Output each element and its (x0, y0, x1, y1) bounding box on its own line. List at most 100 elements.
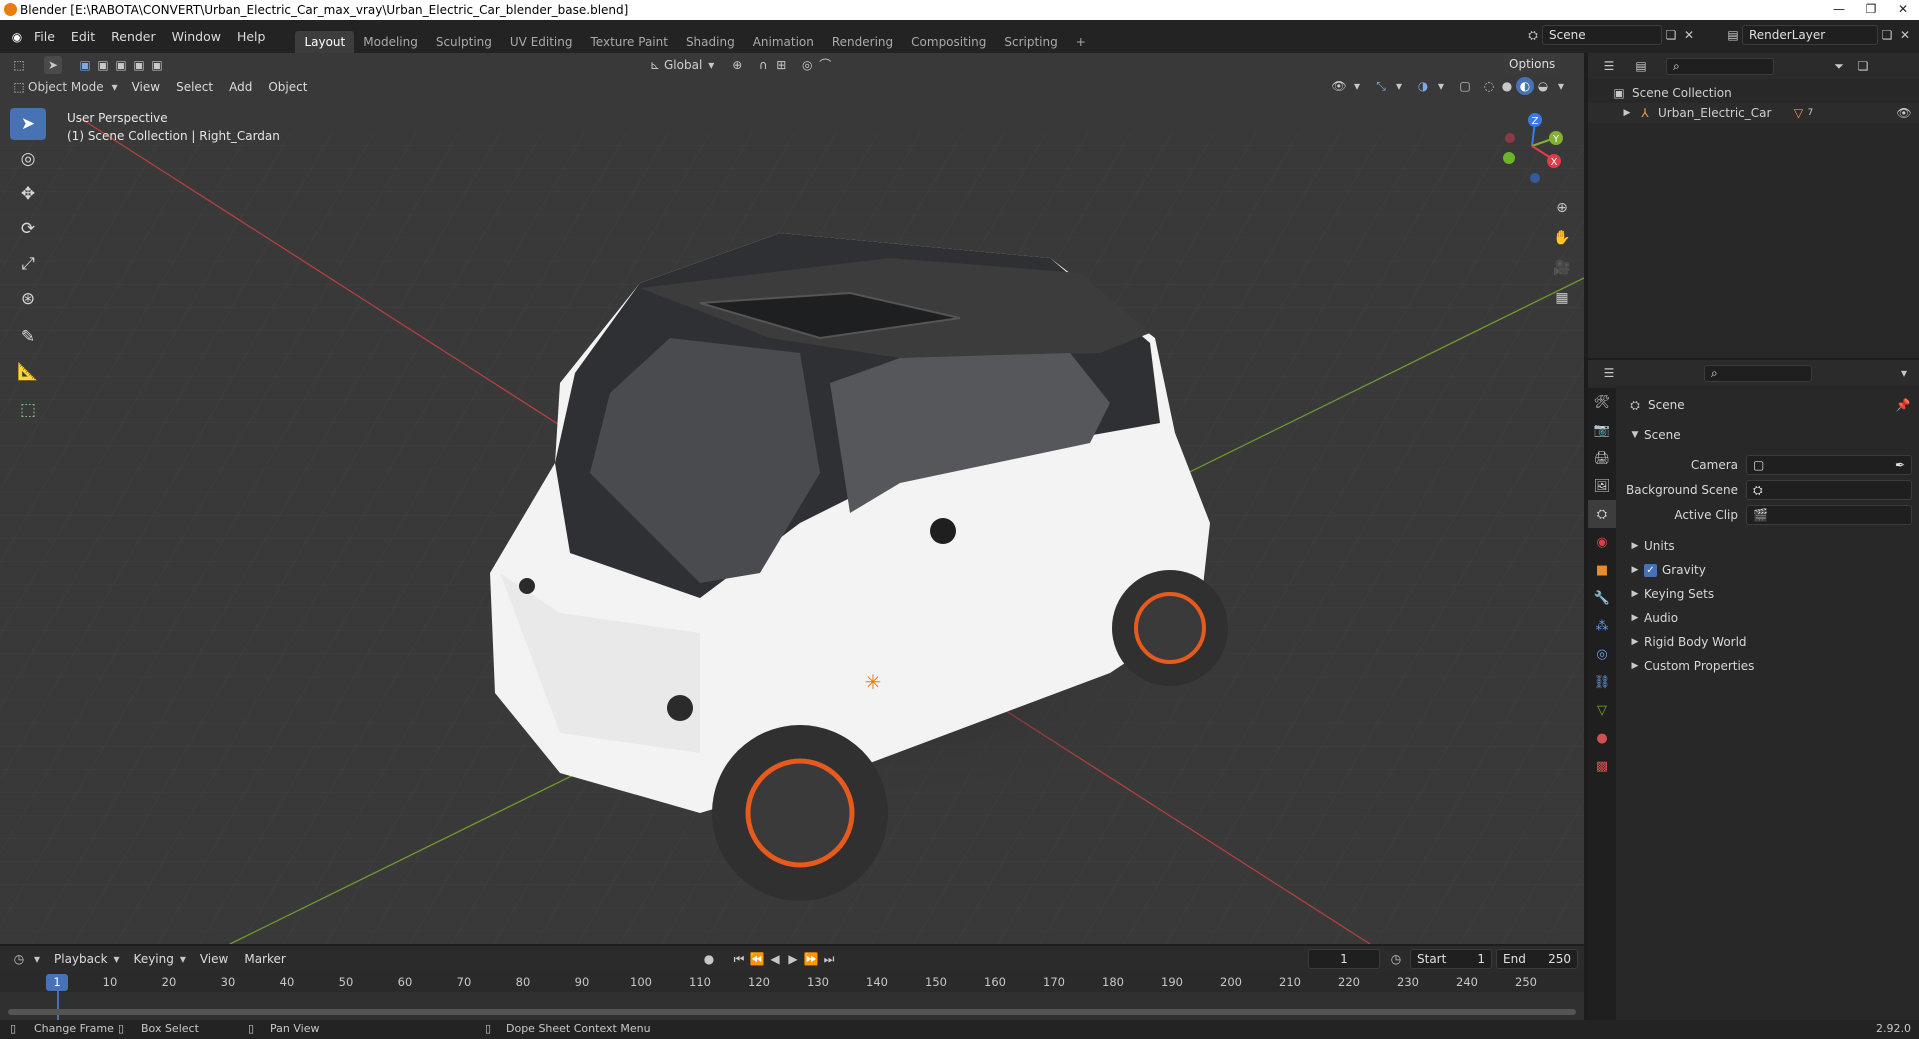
display-mode-icon[interactable]: ▤ (1632, 57, 1650, 75)
menu-file[interactable]: File (26, 29, 63, 44)
physics-tab-icon[interactable]: ◎ (1588, 640, 1616, 668)
expand-arrow-icon[interactable]: ▶ (1626, 585, 1644, 603)
gizmo-toggle-icon[interactable]: ⤡ (1372, 77, 1390, 95)
gizmo-x-label[interactable]: X (1551, 157, 1558, 168)
blender-menu-icon[interactable]: ◉ (8, 28, 26, 46)
snap-target-icon[interactable]: ⊞ (772, 56, 790, 74)
audio-section[interactable]: ▶ Audio (1626, 609, 1679, 627)
expand-arrow-icon[interactable]: ▶ (1618, 104, 1636, 122)
menu-window[interactable]: Window (164, 29, 229, 44)
menu-select[interactable]: Select (168, 80, 221, 94)
navigation-gizmo[interactable]: Z Y X (1496, 110, 1568, 190)
custom-properties-section[interactable]: ▶ Custom Properties (1626, 657, 1755, 675)
menu-edit[interactable]: Edit (63, 29, 103, 44)
background-scene-field[interactable]: ⛭ (1746, 480, 1912, 500)
eye-visibility-icon[interactable]: 👁 (1895, 104, 1913, 122)
select-box-tool-icon[interactable]: ➤ (10, 108, 46, 140)
expand-arrow-icon[interactable]: ▶ (1626, 633, 1644, 651)
tab-texture-paint[interactable]: Texture Paint (582, 31, 677, 53)
select-mode-icon[interactable]: ➤ (44, 55, 62, 74)
pan-hand-icon[interactable]: ✋ (1551, 223, 1573, 253)
object-tab-icon[interactable]: ■ (1588, 556, 1616, 584)
menu-help[interactable]: Help (229, 29, 274, 44)
menu-playback[interactable]: Playback (46, 952, 116, 966)
maximize-icon[interactable]: ❐ (1855, 0, 1887, 20)
expand-arrow-icon[interactable]: ▶ (1626, 609, 1644, 627)
render-tab-icon[interactable]: 📷 (1588, 416, 1616, 444)
scene-icon[interactable]: ⛭ (1524, 26, 1542, 44)
measure-tool-icon[interactable]: 📐 (10, 356, 46, 388)
select-new-icon[interactable]: ▣ (76, 56, 94, 74)
tab-sculpting[interactable]: Sculpting (427, 31, 501, 53)
material-shading-icon[interactable]: ◐ (1516, 77, 1534, 95)
play-icon[interactable]: ▶ (784, 950, 802, 968)
tab-shading[interactable]: Shading (677, 31, 744, 53)
select-subtract-icon[interactable]: ▣ (112, 56, 130, 74)
tab-scripting[interactable]: Scripting (995, 31, 1066, 53)
object-mode-dropdown[interactable]: Object Mode (28, 80, 104, 94)
eyedropper-icon[interactable]: ✒ (1895, 458, 1905, 472)
jump-start-icon[interactable]: ⏮ (730, 950, 748, 968)
expand-arrow-icon[interactable]: ▶ (1626, 657, 1644, 675)
scale-tool-icon[interactable]: ⤢ (10, 248, 46, 280)
timeline-scrollbar[interactable] (8, 1009, 1576, 1015)
pivot-point-icon[interactable]: ⊕ (728, 56, 746, 74)
units-section[interactable]: ▶ Units (1626, 537, 1675, 555)
particles-tab-icon[interactable]: ⁂ (1588, 612, 1616, 640)
new-renderlayer-icon[interactable]: ❏ (1878, 26, 1896, 44)
prev-keyframe-icon[interactable]: ⏪ (748, 950, 766, 968)
ortho-grid-icon[interactable]: ▦ (1551, 283, 1573, 313)
keying-sets-section[interactable]: ▶ Keying Sets (1626, 585, 1715, 603)
pin-icon[interactable]: 📌 (1894, 396, 1912, 414)
zoom-icon[interactable]: ⊕ (1551, 193, 1573, 223)
next-keyframe-icon[interactable]: ⏩ (802, 950, 820, 968)
chevron-down-icon[interactable]: ▾ (1552, 77, 1570, 95)
new-scene-icon[interactable]: ❏ (1662, 26, 1680, 44)
snap-icon[interactable]: ∩ (754, 56, 772, 74)
scene-field[interactable]: Scene (1542, 25, 1662, 45)
solid-shading-icon[interactable]: ● (1498, 77, 1516, 95)
minimize-icon[interactable]: — (1823, 0, 1855, 20)
move-tool-icon[interactable]: ✥ (10, 178, 46, 210)
output-tab-icon[interactable]: 🖨 (1588, 444, 1616, 472)
menu-view[interactable]: View (124, 80, 168, 94)
scene-tab-icon[interactable]: ⛭ (1588, 500, 1616, 528)
view-layer-tab-icon[interactable]: 🖼 (1588, 472, 1616, 500)
rigid-body-world-section[interactable]: ▶ Rigid Body World (1626, 633, 1747, 651)
menu-render[interactable]: Render (103, 29, 164, 44)
outliner-editor-icon[interactable]: ☰ (1600, 57, 1618, 75)
3d-viewport[interactable]: ✳ (0, 53, 1584, 944)
world-tab-icon[interactable]: ◉ (1588, 528, 1616, 556)
wireframe-shading-icon[interactable]: ◌ (1480, 77, 1498, 95)
renderlayer-icon[interactable]: ▤ (1724, 26, 1742, 44)
constraints-tab-icon[interactable]: ⛓ (1588, 668, 1616, 696)
transform-orientation[interactable]: Global (664, 58, 702, 72)
select-invert-icon[interactable]: ▣ (130, 56, 148, 74)
menu-add[interactable]: Add (221, 80, 260, 94)
record-icon[interactable]: ● (700, 950, 718, 968)
tab-uv-editing[interactable]: UV Editing (501, 31, 582, 53)
frame-ruler[interactable]: 1 10 20 30 40 50 60 70 80 90 100 110 120… (0, 972, 1584, 1021)
delete-scene-icon[interactable]: ✕ (1680, 26, 1698, 44)
proportional-edit-icon[interactable]: ◎ (798, 56, 816, 74)
add-cube-tool-icon[interactable]: ⬚ (10, 394, 46, 426)
jump-end-icon[interactable]: ⏭ (820, 950, 838, 968)
chevron-down-icon[interactable]: ▾ (1432, 77, 1450, 95)
chevron-down-icon[interactable]: ▾ (28, 950, 46, 968)
tab-animation[interactable]: Animation (744, 31, 823, 53)
chevron-down-icon[interactable]: ▾ (106, 78, 124, 96)
data-tab-icon[interactable]: ▽ (1588, 696, 1616, 724)
texture-tab-icon[interactable]: ▩ (1588, 752, 1616, 780)
proportional-falloff-icon[interactable]: ⌒ (816, 56, 834, 74)
chevron-down-icon[interactable]: ▾ (1895, 364, 1913, 382)
options-button[interactable]: Options (1503, 54, 1562, 74)
tool-tab-icon[interactable]: 🛠 (1588, 388, 1616, 416)
new-collection-icon[interactable]: ❏ (1854, 57, 1872, 75)
tab-rendering[interactable]: Rendering (823, 31, 902, 53)
camera-field[interactable]: ▢ ✒ (1746, 455, 1912, 475)
gizmo-z-label[interactable]: Z (1532, 116, 1539, 127)
tab-compositing[interactable]: Compositing (902, 31, 995, 53)
rotate-tool-icon[interactable]: ⟳ (10, 213, 46, 245)
rendered-shading-icon[interactable]: ◒ (1534, 77, 1552, 95)
chevron-down-icon[interactable]: ▾ (702, 56, 720, 74)
